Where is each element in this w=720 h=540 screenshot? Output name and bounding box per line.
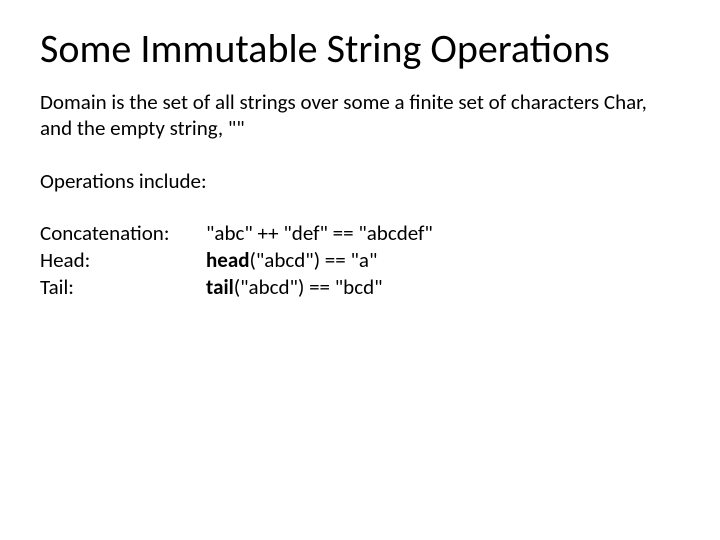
operation-tail: Tail: tail("abcd") == "bcd" <box>40 274 680 301</box>
operation-example: head("abcd") == "a" <box>206 247 680 274</box>
operation-example: tail("abcd") == "bcd" <box>206 274 680 301</box>
operation-label: Head: <box>40 247 206 274</box>
operation-example: "abc" ++ "def" == "abcdef" <box>206 220 680 247</box>
function-args-result: ("abcd") == "a" <box>249 247 377 273</box>
operations-list: Concatenation: "abc" ++ "def" == "abcdef… <box>40 220 680 302</box>
function-args-result: ("abcd") == "bcd" <box>234 274 383 300</box>
function-name: tail <box>206 274 234 300</box>
operation-label: Concatenation: <box>40 220 206 247</box>
domain-description: Domain is the set of all strings over so… <box>40 89 680 142</box>
operations-intro: Operations include: <box>40 168 680 194</box>
function-name: head <box>206 247 249 273</box>
operation-head: Head: head("abcd") == "a" <box>40 247 680 274</box>
slide: Some Immutable String Operations Domain … <box>0 0 720 326</box>
operation-label: Tail: <box>40 274 206 301</box>
slide-title: Some Immutable String Operations <box>40 24 680 73</box>
operation-concatenation: Concatenation: "abc" ++ "def" == "abcdef… <box>40 220 680 247</box>
